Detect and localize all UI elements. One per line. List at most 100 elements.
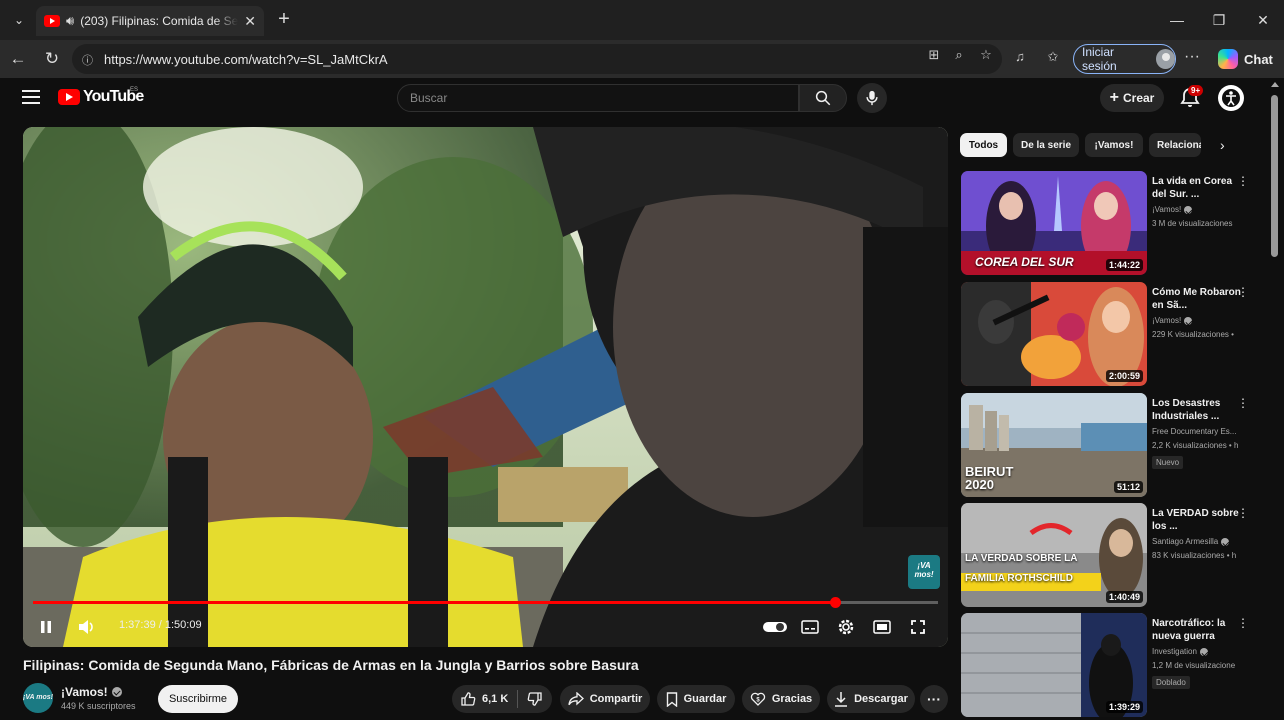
like-button[interactable]: 6,1 K: [452, 691, 517, 707]
more-vertical-icon[interactable]: ⋮: [1237, 286, 1249, 298]
browser-toolbar: ← ↻ ⓘ https://www.youtube.com/watch?v=SL…: [0, 40, 1284, 78]
region-code: ES: [130, 87, 139, 93]
chip-vamos[interactable]: ¡Vamos!: [1085, 133, 1143, 157]
favorites-icon[interactable]: ✩: [1044, 49, 1062, 65]
thumbnail-caption: COREA DEL SUR: [975, 255, 1074, 269]
create-button[interactable]: + Crear: [1100, 84, 1164, 112]
autoplay-toggle[interactable]: [762, 615, 788, 639]
recommended-views: 2,2 K visualizaciones • h: [1152, 441, 1239, 450]
favorite-star-icon[interactable]: ☆: [977, 47, 995, 63]
video-thumbnail[interactable]: COREA DEL SUR 1:44:22: [961, 171, 1147, 275]
recommended-video[interactable]: LA VERDAD SOBRE LA FAMILIA ROTHSCHILD 1:…: [961, 503, 1261, 607]
account-avatar[interactable]: [1218, 85, 1244, 111]
share-label: Compartir: [589, 693, 643, 705]
recommended-channel[interactable]: Santiago Armesilla: [1152, 537, 1230, 546]
more-vertical-icon[interactable]: ⋮: [1237, 507, 1249, 519]
video-duration: 51:12: [1113, 481, 1143, 493]
speaker-icon[interactable]: 🔊︎: [66, 13, 74, 29]
site-info-icon[interactable]: ⓘ: [82, 52, 96, 67]
reload-icon[interactable]: ↻: [40, 47, 64, 71]
notification-count-badge: 9+: [1188, 85, 1204, 96]
recommended-title[interactable]: Los Desastres Industriales ...: [1152, 397, 1242, 423]
zoom-icon[interactable]: ⌕: [950, 47, 968, 63]
verified-icon: [1184, 205, 1193, 214]
channel-name[interactable]: ¡Vamos!: [61, 685, 122, 699]
pause-icon: [41, 621, 51, 633]
settings-button[interactable]: [836, 615, 856, 639]
thumbnail-caption: BEIRUT 2020: [965, 464, 1014, 492]
video-thumbnail[interactable]: BEIRUT 2020 51:12: [961, 393, 1147, 497]
save-button[interactable]: Guardar: [657, 685, 735, 713]
copilot-chat-button[interactable]: Chat: [1214, 44, 1278, 74]
tab-title: (203) Filipinas: Comida de Segunda Mano,…: [80, 14, 239, 28]
dislike-button[interactable]: [518, 691, 552, 707]
more-actions-button[interactable]: ···: [920, 685, 948, 713]
recommended-channel[interactable]: Investigation: [1152, 647, 1208, 656]
channel-watermark[interactable]: ¡VA mos!: [908, 555, 940, 589]
recommended-channel[interactable]: Free Documentary Es...: [1152, 427, 1236, 436]
thanks-heart-dollar-icon: $: [750, 692, 765, 706]
chip-todos[interactable]: Todos: [960, 133, 1007, 157]
recommended-channel-name: ¡Vamos!: [1152, 316, 1182, 325]
progress-bar[interactable]: [33, 597, 938, 608]
microphone-icon: [866, 90, 878, 106]
subtitles-icon: [801, 620, 819, 634]
signin-button[interactable]: Iniciar sesión: [1073, 44, 1176, 74]
chip-de-la-serie[interactable]: De la serie: [1013, 133, 1079, 157]
recommended-channel[interactable]: ¡Vamos!: [1152, 205, 1193, 214]
download-button[interactable]: Descargar: [827, 685, 915, 713]
youtube-favicon-icon: [44, 15, 60, 27]
page-scrollbar[interactable]: [1271, 95, 1278, 257]
verified-icon: [1199, 647, 1208, 656]
recommended-channel-name: Investigation: [1152, 647, 1197, 656]
menu-icon[interactable]: [22, 90, 40, 104]
address-bar[interactable]: ⓘ https://www.youtube.com/watch?v=SL_JaM…: [72, 44, 1002, 74]
recommended-title[interactable]: La VERDAD sobre los ...: [1152, 507, 1242, 533]
back-icon[interactable]: ←: [6, 47, 30, 71]
video-thumbnail[interactable]: 1:39:29: [961, 613, 1147, 717]
chevron-right-icon[interactable]: ›: [1220, 137, 1225, 153]
recommended-views: 229 K visualizaciones •: [1152, 330, 1234, 339]
voice-search-button[interactable]: [857, 83, 887, 113]
search-button[interactable]: [799, 84, 847, 112]
tab-search-icon[interactable]: ⌄: [6, 8, 32, 32]
thanks-label: Gracias: [771, 693, 813, 705]
recommended-video[interactable]: 1:39:29 Narcotráfico: la nueva guerra In…: [961, 613, 1261, 717]
recommended-title[interactable]: Narcotráfico: la nueva guerra: [1152, 617, 1242, 643]
recommended-video[interactable]: COREA DEL SUR 1:44:22 La vida en Corea d…: [961, 171, 1261, 275]
recommended-title[interactable]: Cómo Me Robaron en Sã...: [1152, 286, 1242, 312]
media-control-icon[interactable]: ♫: [1011, 49, 1029, 64]
maximize-icon[interactable]: ❐: [1204, 8, 1234, 32]
more-options-icon[interactable]: ···: [1184, 48, 1200, 66]
more-vertical-icon[interactable]: ⋮: [1237, 175, 1249, 187]
close-window-icon[interactable]: ✕: [1248, 8, 1278, 32]
video-thumbnail[interactable]: LA VERDAD SOBRE LA FAMILIA ROTHSCHILD 1:…: [961, 503, 1147, 607]
close-tab-icon[interactable]: ✕: [244, 13, 256, 30]
video-thumbnail[interactable]: 2:00:59: [961, 282, 1147, 386]
channel-avatar[interactable]: ¡VA mos!: [23, 683, 53, 713]
minimize-icon[interactable]: —: [1162, 8, 1192, 32]
subscribe-button[interactable]: Suscribirme: [158, 685, 238, 713]
download-icon: [835, 692, 848, 707]
more-vertical-icon[interactable]: ⋮: [1237, 397, 1249, 409]
pause-button[interactable]: [37, 615, 55, 639]
volume-button[interactable]: [75, 615, 99, 639]
active-tab[interactable]: 🔊︎ (203) Filipinas: Comida de Segunda Ma…: [36, 6, 264, 36]
recommended-channel[interactable]: ¡Vamos!: [1152, 316, 1193, 325]
share-button[interactable]: Compartir: [560, 685, 650, 713]
scroll-up-icon[interactable]: [1271, 82, 1279, 87]
app-available-icon[interactable]: ⊞: [925, 47, 943, 63]
fullscreen-button[interactable]: [908, 615, 928, 639]
recommended-video[interactable]: BEIRUT 2020 51:12 Los Desastres Industri…: [961, 393, 1261, 497]
thanks-button[interactable]: $ Gracias: [742, 685, 820, 713]
new-tab-icon[interactable]: +: [272, 8, 296, 32]
search-input[interactable]: Buscar: [397, 84, 799, 112]
recommended-video[interactable]: 2:00:59 Cómo Me Robaron en Sã... ¡Vamos!…: [961, 282, 1261, 386]
subtitles-button[interactable]: [800, 615, 820, 639]
recommended-title[interactable]: La vida en Corea del Sur. ...: [1152, 175, 1242, 201]
miniplayer-button[interactable]: [872, 615, 892, 639]
video-duration: 1:44:22: [1105, 259, 1143, 271]
chip-relacionado[interactable]: Relacionado: [1149, 133, 1201, 157]
more-vertical-icon[interactable]: ⋮: [1237, 617, 1249, 629]
video-player[interactable]: ¡VA mos! 1:37:39 / 1:50:09: [23, 127, 948, 647]
